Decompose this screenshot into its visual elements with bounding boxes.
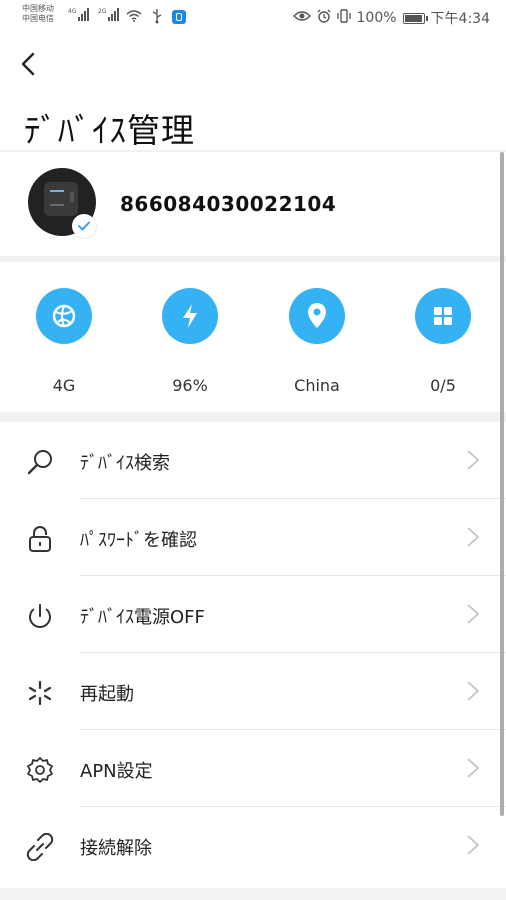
device-menu: ﾃﾞﾊﾞｲｽ検索 ﾊﾟｽﾜｰﾄﾞを確認 ﾃﾞﾊﾞｲｽ電源OFF 再起動 APN設… bbox=[0, 422, 506, 888]
chevron-right-icon bbox=[466, 680, 480, 702]
signal-1-tag: 4G bbox=[68, 8, 77, 15]
menu-item-label: APN設定 bbox=[80, 761, 153, 782]
menu-item-label: ﾊﾟｽﾜｰﾄﾞを確認 bbox=[80, 530, 197, 551]
menu-item-apn-settings[interactable]: APN設定 bbox=[0, 730, 506, 807]
scrollbar[interactable] bbox=[500, 152, 504, 816]
stat-clients-label: 0/5 bbox=[430, 376, 456, 395]
vibrate-icon bbox=[336, 9, 351, 27]
usb-icon bbox=[152, 8, 162, 27]
menu-item-restart[interactable]: 再起動 bbox=[0, 653, 506, 730]
menu-item-disconnect[interactable]: 接続解除 bbox=[0, 807, 506, 884]
chevron-left-icon bbox=[20, 52, 36, 76]
restart-icon bbox=[26, 679, 54, 707]
device-id: 866084030022104 bbox=[120, 192, 337, 216]
back-button[interactable] bbox=[20, 46, 50, 82]
stat-location[interactable]: China bbox=[272, 288, 362, 395]
chevron-right-icon bbox=[466, 449, 480, 471]
stat-battery-label: 96% bbox=[172, 376, 208, 395]
eye-icon bbox=[292, 10, 311, 26]
stat-location-label: China bbox=[294, 376, 340, 395]
stat-battery[interactable]: 96% bbox=[145, 288, 235, 395]
battery-percent: 100% bbox=[356, 10, 397, 26]
carrier-names: 中国移动 中国电信 bbox=[22, 4, 54, 24]
signal-1-icon: 4G bbox=[68, 8, 90, 21]
menu-item-label: ﾃﾞﾊﾞｲｽ電源OFF bbox=[80, 607, 205, 628]
menu-item-check-password[interactable]: ﾊﾟｽﾜｰﾄﾞを確認 bbox=[0, 499, 506, 576]
chevron-right-icon bbox=[466, 757, 480, 779]
signal-2-icon: 2G bbox=[98, 8, 120, 21]
menu-item-label: 接続解除 bbox=[80, 838, 152, 859]
carrier-2: 中国电信 bbox=[22, 14, 54, 23]
device-stats: 4G 96% China 0/5 bbox=[0, 262, 506, 412]
device-card[interactable]: 866084030022104 bbox=[0, 152, 506, 256]
status-right: 100% 下午4:34 bbox=[292, 8, 490, 28]
stat-network[interactable]: 4G bbox=[19, 288, 109, 395]
router-icon bbox=[44, 182, 78, 216]
status-bar: 中国移动 中国电信 4G 2G 100% 下午4:34 bbox=[0, 0, 506, 36]
clock-time: 下午4:34 bbox=[430, 11, 490, 27]
grid-icon bbox=[415, 288, 471, 344]
globe-icon bbox=[36, 288, 92, 344]
search-icon bbox=[26, 448, 54, 476]
power-icon bbox=[26, 602, 54, 630]
location-pin-icon bbox=[289, 288, 345, 344]
chevron-right-icon bbox=[466, 603, 480, 625]
lightning-icon bbox=[162, 288, 218, 344]
menu-item-device-search[interactable]: ﾃﾞﾊﾞｲｽ検索 bbox=[0, 422, 506, 499]
stat-clients[interactable]: 0/5 bbox=[398, 288, 488, 395]
unlink-icon bbox=[26, 833, 54, 861]
signal-2-tag: 2G bbox=[98, 8, 107, 15]
menu-item-label: ﾃﾞﾊﾞｲｽ検索 bbox=[80, 453, 170, 474]
alarm-icon bbox=[317, 9, 331, 27]
wifi-icon bbox=[126, 9, 142, 25]
app-notification-icon bbox=[172, 10, 186, 24]
menu-item-label: 再起動 bbox=[80, 684, 134, 705]
chevron-right-icon bbox=[466, 526, 480, 548]
carrier-1: 中国移动 bbox=[22, 4, 54, 13]
gear-icon bbox=[26, 756, 54, 784]
stat-network-label: 4G bbox=[52, 376, 76, 395]
check-icon bbox=[72, 214, 96, 238]
lock-icon bbox=[26, 525, 54, 553]
page-title: ﾃﾞﾊﾞｲｽ管理 bbox=[24, 111, 195, 150]
chevron-right-icon bbox=[466, 834, 480, 856]
battery-icon bbox=[402, 12, 428, 24]
menu-item-power-off[interactable]: ﾃﾞﾊﾞｲｽ電源OFF bbox=[0, 576, 506, 653]
page-header: ﾃﾞﾊﾞｲｽ管理 bbox=[0, 36, 506, 150]
